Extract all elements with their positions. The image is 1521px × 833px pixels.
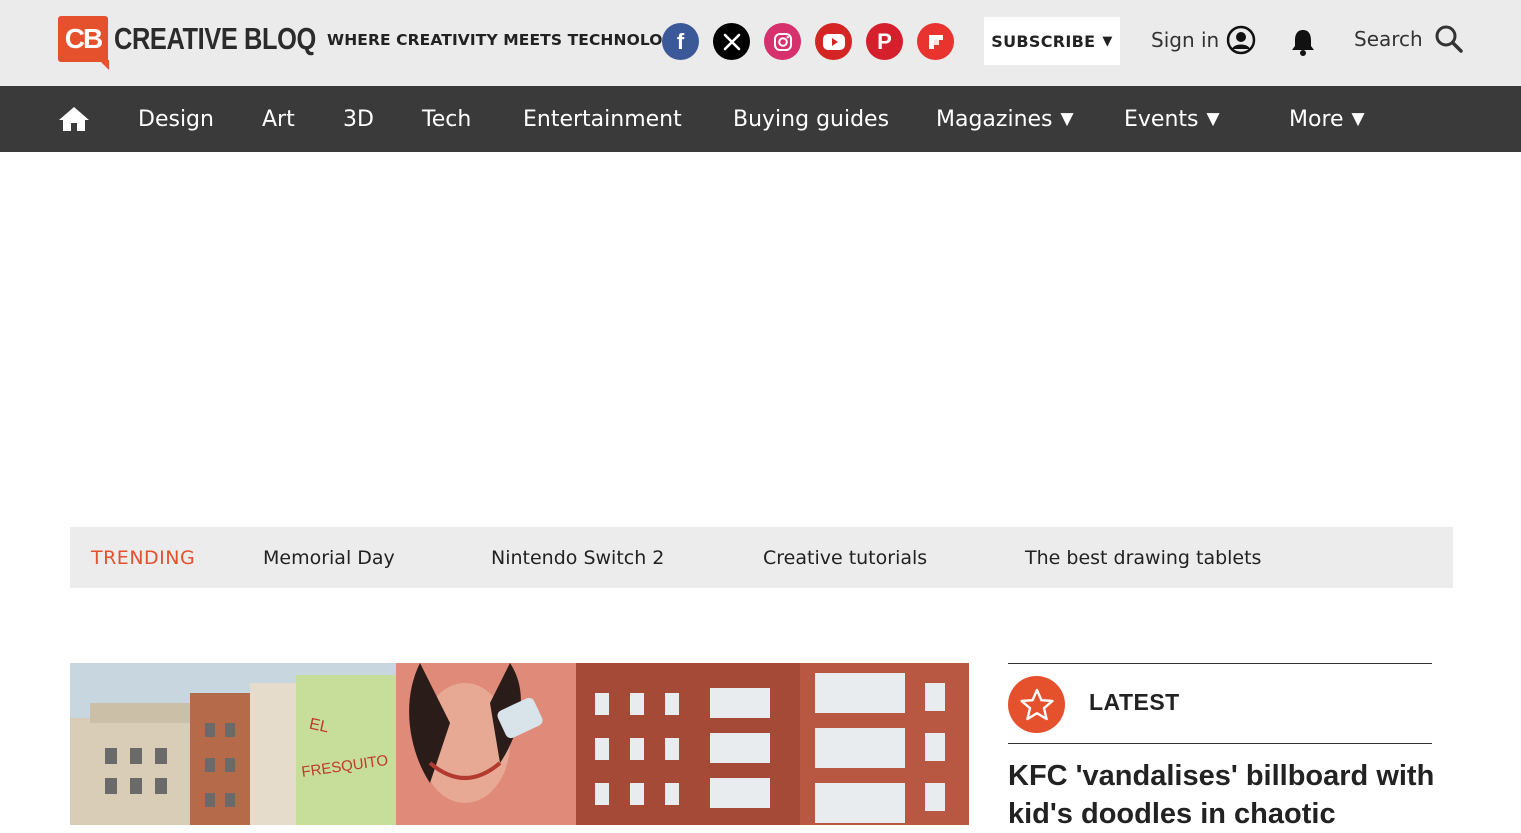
nav-item-buying-guides[interactable]: Buying guides [733,86,889,152]
search-icon [1435,25,1463,53]
hero-article-image[interactable]: EL FRESQUITO [70,663,969,825]
latest-article-headline[interactable]: KFC 'vandalises' billboard with kid's do… [1008,757,1438,833]
home-icon[interactable] [58,105,90,137]
nav-item-design[interactable]: Design [138,86,214,152]
sign-in-button[interactable]: Sign in [1151,25,1256,55]
nav-label: Design [138,106,214,132]
nav-item-events[interactable]: Events ▼ [1124,86,1220,152]
nav-item-3d[interactable]: 3D [343,86,374,152]
pinterest-glyph: P [877,28,892,54]
trending-item-label: Creative tutorials [763,546,928,569]
search-label: Search [1354,27,1423,51]
site-header: CB CREATIVE BLOQ WHERE CREATIVITY MEETS … [0,0,1521,86]
nav-item-more[interactable]: More ▼ [1289,86,1365,152]
logo-badge: CB [58,16,109,70]
nav-label: Art [262,106,295,132]
nav-label: Buying guides [733,106,890,132]
youtube-icon[interactable] [815,23,852,60]
notification-bell-icon[interactable] [1289,27,1317,61]
nav-item-tech[interactable]: Tech [422,86,471,152]
subscribe-button[interactable]: SUBSCRIBE ▼ [984,17,1120,65]
trending-item-label: The best drawing tablets [1025,546,1262,569]
instagram-icon[interactable] [764,23,801,60]
nav-label: Tech [422,106,472,132]
site-logo[interactable]: CB CREATIVE BLOQ [58,16,360,70]
trending-item-memorial-day[interactable]: Memorial Day [263,527,395,588]
flipboard-icon[interactable] [917,23,954,60]
trending-item-nintendo-switch-2[interactable]: Nintendo Switch 2 [491,527,664,588]
trending-label: TRENDING [91,546,196,569]
trending-item-label: Memorial Day [263,546,395,569]
nav-label: Magazines [936,106,1053,132]
search-button[interactable]: Search [1354,24,1464,54]
nav-label: More [1289,106,1344,132]
trending-item-creative-tutorials[interactable]: Creative tutorials [763,527,927,588]
site-tagline: WHERE CREATIVITY MEETS TECHNOLOGY [327,31,687,49]
pinterest-icon[interactable]: P [866,23,903,60]
logo-wordmark: CREATIVE BLOQ [114,21,316,56]
facebook-glyph: f [676,28,685,54]
nav-item-magazines[interactable]: Magazines ▼ [936,86,1074,152]
caret-down-icon: ▼ [1102,33,1113,49]
nav-item-art[interactable]: Art [262,86,295,152]
nav-label: Events [1124,106,1199,132]
latest-divider-bottom [1008,743,1432,744]
main-nav: Design Art 3D Tech Entertainment Buying … [0,86,1521,152]
latest-heading: LATEST [1089,689,1180,715]
latest-divider-top [1008,663,1432,664]
ad-placeholder [0,152,1521,527]
trending-item-label: Nintendo Switch 2 [491,546,665,569]
subscribe-label: SUBSCRIBE [991,31,1096,51]
nav-label: Entertainment [523,106,682,132]
caret-down-icon: ▼ [1351,109,1365,129]
nav-label: 3D [343,106,374,132]
nav-item-entertainment[interactable]: Entertainment [523,86,682,152]
user-account-icon [1226,25,1256,55]
trending-bar: TRENDING Memorial Day Nintendo Switch 2 … [70,527,1453,588]
billboard-photo: EL FRESQUITO [70,663,969,825]
caret-down-icon: ▼ [1206,109,1220,129]
caret-down-icon: ▼ [1060,109,1074,129]
sign-in-label: Sign in [1151,28,1220,52]
star-icon [1008,676,1065,733]
facebook-icon[interactable]: f [662,23,699,60]
x-icon[interactable] [713,23,750,60]
trending-item-drawing-tablets[interactable]: The best drawing tablets [1025,527,1261,588]
